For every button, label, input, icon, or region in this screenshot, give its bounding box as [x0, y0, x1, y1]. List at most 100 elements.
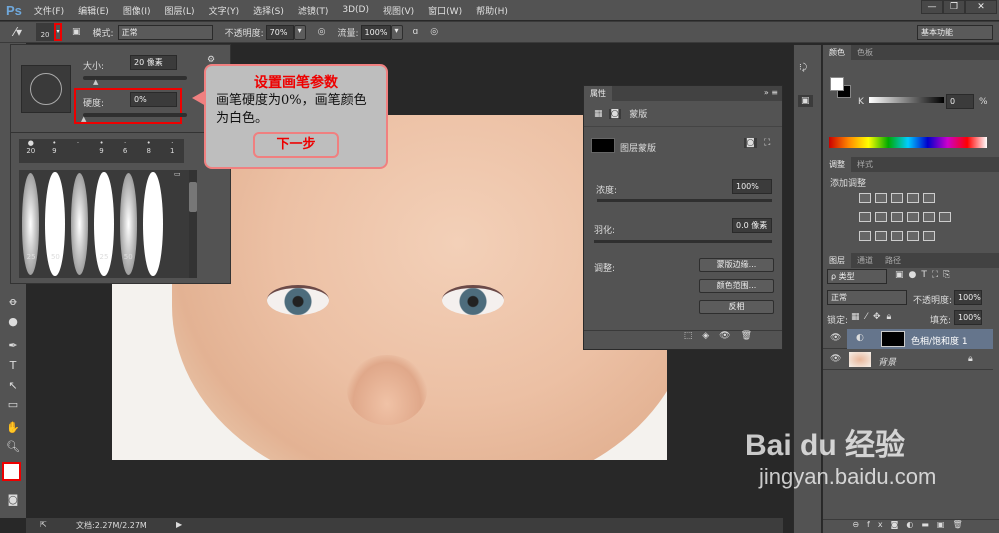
feather-slider[interactable]: [594, 240, 772, 243]
new-adjustment-icon[interactable]: ◐: [906, 520, 921, 529]
visibility-eye-icon[interactable]: 👁︎: [830, 333, 841, 343]
menu-image[interactable]: 图像(I): [123, 4, 151, 17]
status-menu-arrow[interactable]: ▶: [176, 520, 182, 529]
mode-select[interactable]: 正常: [117, 24, 213, 40]
hardness-slider[interactable]: ▲: [81, 113, 187, 123]
pen-tool-icon[interactable]: ✒: [6, 339, 20, 353]
properties-panel-icon[interactable]: ▣: [798, 95, 813, 107]
fill-input[interactable]: 100%: [954, 310, 982, 325]
k-slider[interactable]: [869, 97, 944, 103]
brush-preset-grid[interactable]: ▭: [19, 170, 189, 278]
opacity-dropdown[interactable]: ▾: [293, 24, 306, 40]
menu-help[interactable]: 帮助(H): [476, 4, 508, 17]
layer-opacity-input[interactable]: 100%: [954, 290, 982, 305]
lock-icons[interactable]: ▦⁄✥🔒︎: [851, 312, 897, 322]
load-selection-icon[interactable]: ⬚: [684, 331, 703, 341]
history-panel-icon[interactable]: ⁝⤸: [799, 63, 807, 73]
menu-3d[interactable]: 3D(D): [342, 5, 369, 15]
brush-panel-toggle-icon[interactable]: ▣: [72, 27, 81, 37]
tab-properties[interactable]: 属性: [584, 86, 612, 101]
size-input[interactable]: 20 像素: [130, 55, 177, 70]
share-icon[interactable]: ⇱: [40, 520, 47, 529]
menu-file[interactable]: 文件(F): [34, 4, 64, 17]
flow-dropdown[interactable]: ▾: [390, 24, 403, 40]
new-layer-icon[interactable]: ▣: [937, 520, 953, 529]
quick-select-tool-icon[interactable]: ●: [6, 315, 20, 329]
path-select-tool-icon[interactable]: ↖: [6, 379, 20, 393]
group-icon[interactable]: ▬: [921, 520, 937, 529]
feather-input[interactable]: 0.0 像素: [732, 218, 772, 233]
minimize-button[interactable]: —: [921, 0, 943, 14]
foreground-color[interactable]: [830, 77, 844, 91]
menu-window[interactable]: 窗口(W): [428, 4, 462, 17]
preset-scrollbar[interactable]: [189, 170, 197, 278]
tab-paths[interactable]: 路径: [879, 253, 907, 268]
menu-view[interactable]: 视图(V): [383, 4, 414, 17]
next-step-button[interactable]: 下一步: [253, 132, 339, 158]
airbrush-icon[interactable]: ɑ: [413, 27, 419, 37]
opacity-input[interactable]: 70%: [265, 24, 294, 40]
menu-layer[interactable]: 图层(L): [165, 4, 195, 17]
foreground-color-swatch[interactable]: [2, 462, 21, 481]
layer-row[interactable]: 👁︎ 背景 🔒︎: [823, 350, 993, 370]
brush-tool-icon[interactable]: ⁄▾: [14, 25, 22, 39]
recent-brush[interactable]: • 9: [90, 139, 114, 163]
adjustment-icon[interactable]: ▦: [594, 109, 603, 119]
layer-mask-thumbnail[interactable]: [881, 331, 905, 347]
menu-select[interactable]: 选择(S): [253, 4, 284, 17]
tab-adjustments[interactable]: 调整: [823, 157, 851, 172]
color-range-button[interactable]: 颜色范围...: [699, 279, 774, 293]
rectangle-tool-icon[interactable]: ▭: [6, 398, 20, 412]
quick-mask-icon[interactable]: ◙: [6, 493, 20, 507]
panel-menu-icon[interactable]: » ≡: [764, 88, 778, 97]
menu-edit[interactable]: 编辑(E): [78, 4, 109, 17]
menu-type[interactable]: 文字(Y): [209, 4, 240, 17]
layer-row[interactable]: 👁︎ ◐ 色相/饱和度 1: [823, 329, 993, 349]
flow-input[interactable]: 100%: [360, 24, 391, 40]
recent-brush[interactable]: • 9: [43, 139, 67, 163]
tab-styles[interactable]: 样式: [851, 157, 879, 172]
size-slider[interactable]: ▲: [83, 76, 187, 86]
lasso-tool-icon[interactable]: ꝋ: [6, 295, 20, 309]
add-mask-icon[interactable]: ◙: [891, 520, 907, 529]
menu-filter[interactable]: 滤镜(T): [298, 4, 329, 17]
color-spectrum[interactable]: [829, 137, 987, 148]
visibility-eye-icon[interactable]: 👁︎: [830, 354, 841, 364]
vector-mask-icon[interactable]: ⛶: [764, 138, 770, 148]
recent-brush[interactable]: · 1: [160, 139, 184, 163]
zoom-tool-icon[interactable]: 🔍︎: [6, 440, 20, 454]
tab-swatches[interactable]: 色板: [851, 45, 879, 60]
tab-layers[interactable]: 图层: [823, 253, 851, 268]
brush-preset-dropdown-button[interactable]: ▾: [54, 23, 63, 41]
delete-icon[interactable]: 🗑︎: [741, 331, 762, 341]
link-icon[interactable]: ⊖: [852, 520, 867, 529]
recent-brush[interactable]: • 8: [137, 139, 161, 163]
visibility-icon[interactable]: 👁︎: [719, 331, 740, 341]
tab-color[interactable]: 颜色: [823, 45, 851, 60]
pressure-size-icon[interactable]: ◎: [430, 27, 438, 37]
brush-preset-picker[interactable]: 20: [36, 23, 55, 41]
tab-channels[interactable]: 通道: [851, 253, 879, 268]
density-input[interactable]: 100%: [732, 179, 772, 194]
pixel-mask-button[interactable]: ◙: [744, 138, 757, 148]
hardness-input[interactable]: 0%: [130, 92, 177, 107]
recent-brush[interactable]: · 6: [113, 139, 137, 163]
invert-button[interactable]: 反相: [699, 300, 774, 314]
layer-filter-select[interactable]: ρ 类型: [827, 269, 887, 284]
density-slider[interactable]: [597, 199, 772, 202]
close-button[interactable]: ✕: [965, 0, 997, 14]
hand-tool-icon[interactable]: ✋: [6, 421, 20, 435]
blend-mode-select[interactable]: 正常: [827, 290, 907, 305]
restore-button[interactable]: ❐: [943, 0, 965, 14]
workspace-select[interactable]: 基本功能: [917, 24, 993, 40]
recent-brush[interactable]: ● 20: [19, 139, 43, 163]
mask-icon[interactable]: ◙: [608, 108, 622, 119]
pressure-opacity-icon[interactable]: ◎: [318, 27, 326, 37]
k-value-input[interactable]: 0: [946, 94, 974, 109]
mask-edge-button[interactable]: 蒙版边缘...: [699, 258, 774, 272]
fx-icon[interactable]: fx: [867, 520, 891, 529]
adjustment-icons[interactable]: [857, 193, 967, 244]
filter-icons[interactable]: ▣●T⛶⎘: [895, 270, 955, 280]
type-tool-icon[interactable]: T: [6, 359, 20, 373]
apply-mask-icon[interactable]: ◈: [702, 331, 719, 341]
